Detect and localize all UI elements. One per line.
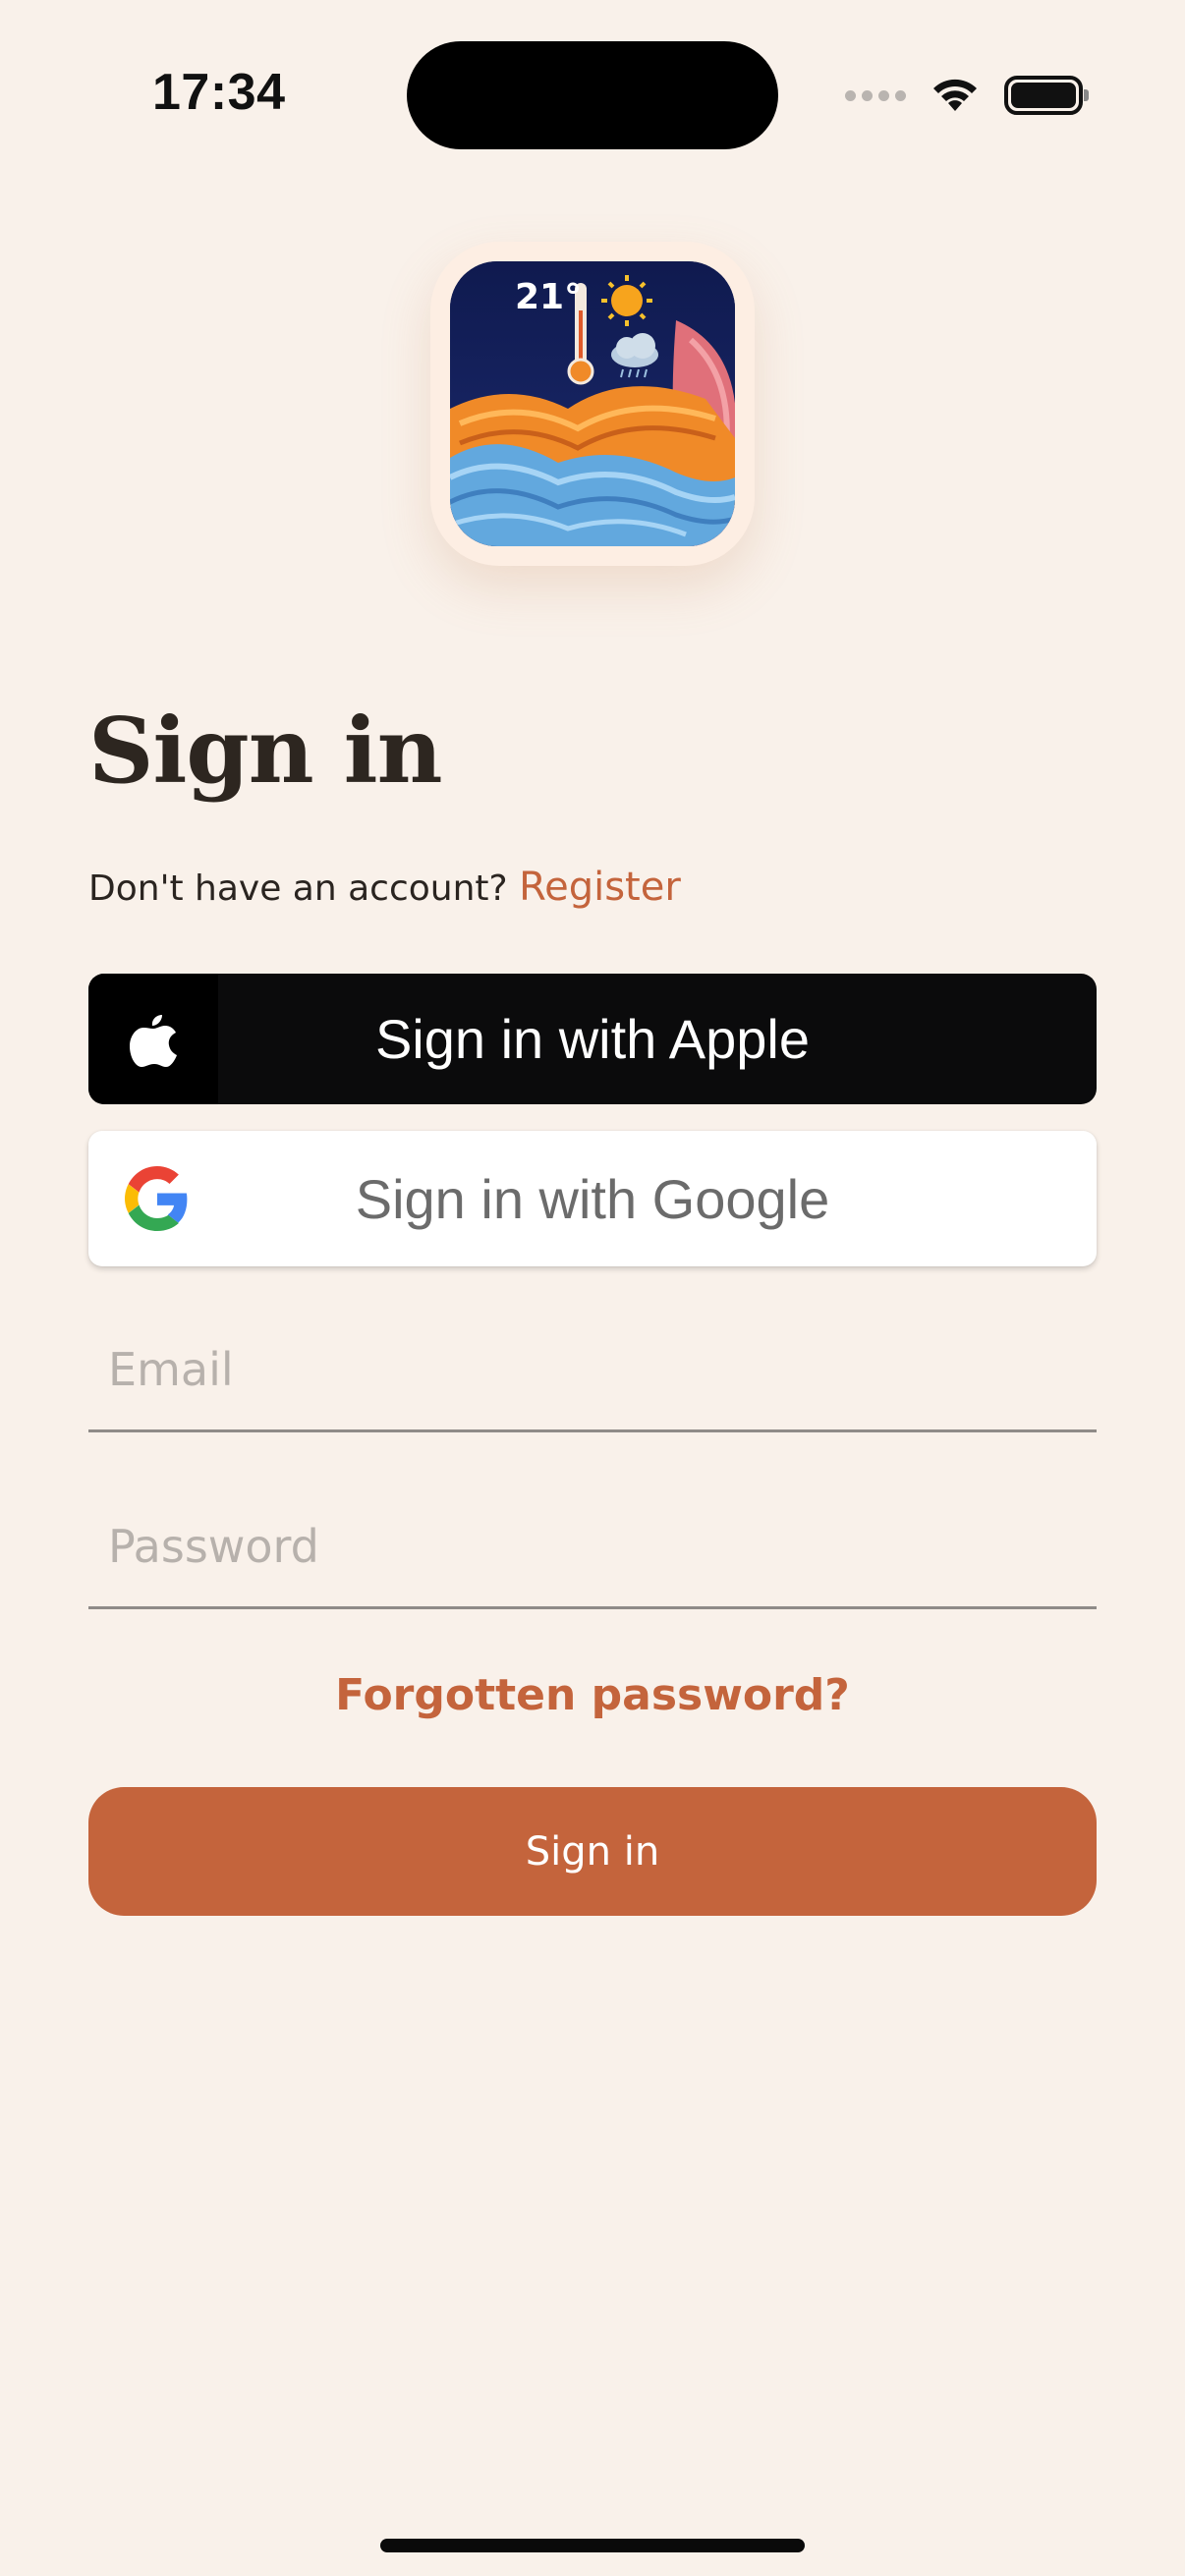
wifi-icon bbox=[933, 79, 977, 111]
app-icon: 21° bbox=[430, 242, 755, 566]
dynamic-island bbox=[407, 41, 778, 149]
password-input[interactable] bbox=[108, 1520, 1071, 1573]
sign-in-button[interactable]: Sign in bbox=[88, 1787, 1097, 1916]
email-input[interactable] bbox=[108, 1343, 1071, 1396]
register-prompt: Don't have an account? Register bbox=[88, 865, 681, 910]
google-icon-box bbox=[88, 1166, 226, 1231]
cellular-signal-icon bbox=[845, 89, 906, 101]
password-field bbox=[88, 1491, 1097, 1609]
forgot-password-link[interactable]: Forgotten password? bbox=[0, 1670, 1185, 1720]
status-icons bbox=[845, 71, 1089, 120]
status-time: 17:34 bbox=[152, 64, 286, 121]
email-field bbox=[88, 1315, 1097, 1432]
google-button-label: Sign in with Google bbox=[355, 1167, 830, 1230]
google-icon bbox=[125, 1166, 188, 1231]
apple-icon-box bbox=[88, 974, 218, 1104]
apple-icon bbox=[130, 1014, 177, 1067]
sign-in-with-google-button[interactable]: Sign in with Google bbox=[88, 1131, 1097, 1266]
register-link[interactable]: Register bbox=[519, 865, 681, 910]
temperature-label: 21° bbox=[515, 277, 582, 317]
sign-in-screen: 17:34 21° Sign in Don't have an account?… bbox=[0, 0, 1185, 2576]
app-icon-artwork: 21° bbox=[450, 261, 735, 546]
battery-icon bbox=[1004, 76, 1089, 115]
home-indicator[interactable] bbox=[380, 2539, 805, 2552]
no-account-text: Don't have an account? bbox=[88, 868, 508, 909]
sign-in-with-apple-button[interactable]: Sign in with Apple bbox=[88, 974, 1097, 1104]
page-title: Sign in bbox=[88, 698, 442, 804]
apple-button-label: Sign in with Apple bbox=[374, 1008, 811, 1070]
